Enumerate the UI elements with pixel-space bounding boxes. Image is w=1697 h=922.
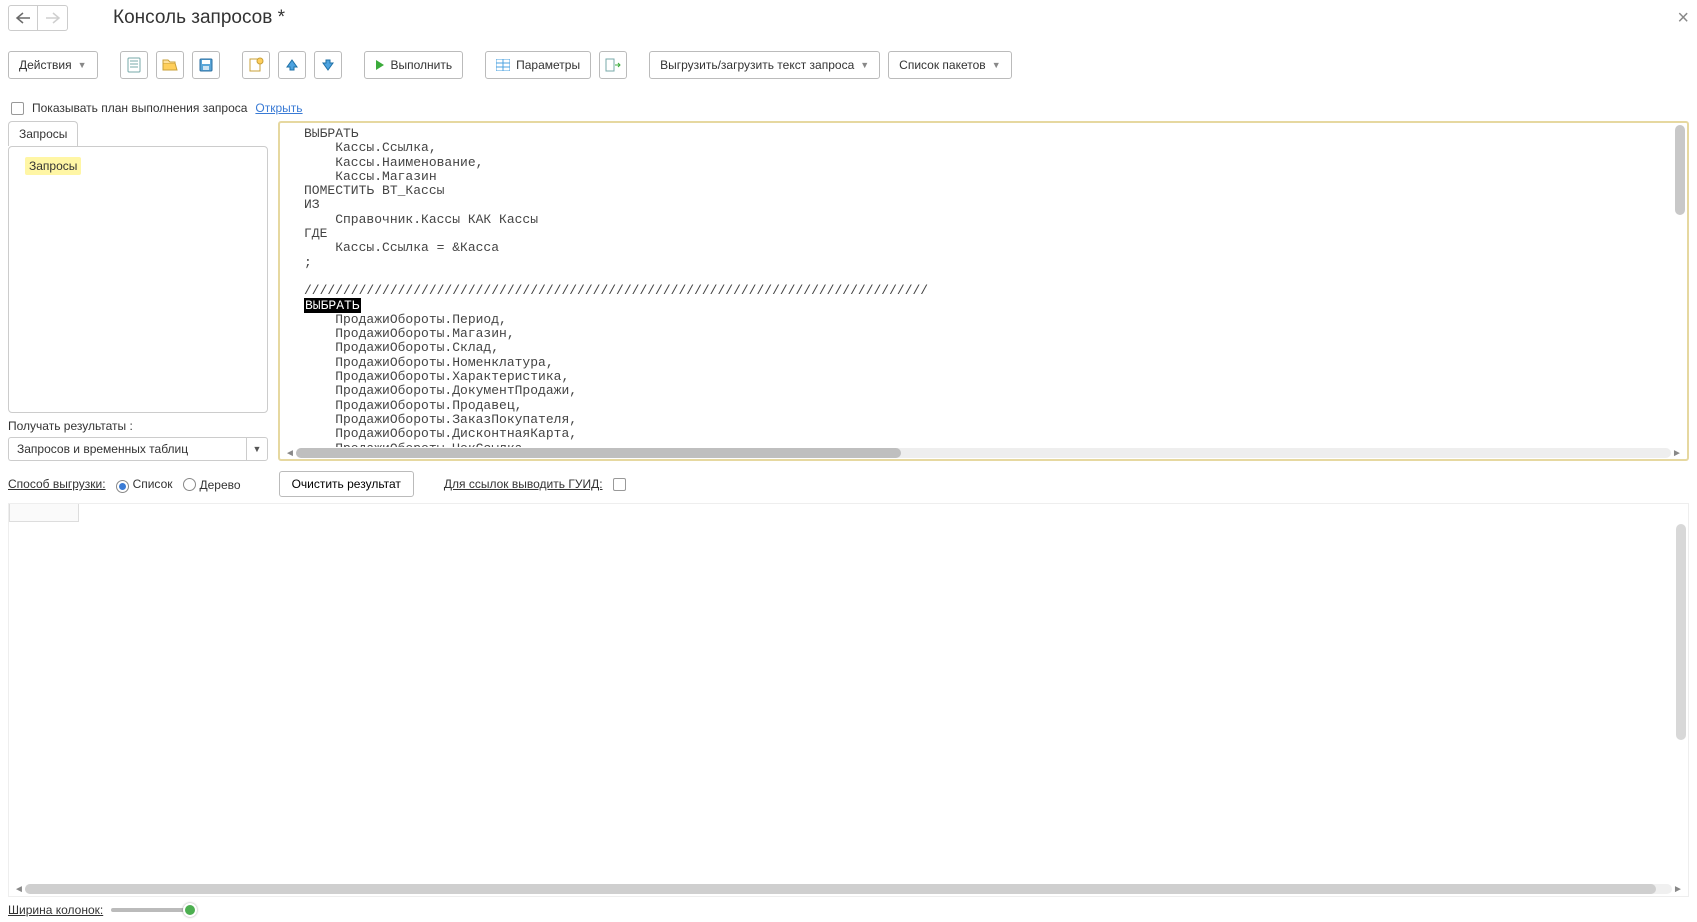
main-area: Запросы Запросы Получать результаты : За… [8,121,1689,461]
export-label: Выгрузить/загрузить текст запроса [660,58,854,72]
column-width-slider[interactable] [111,908,191,912]
actions-label: Действия [19,58,72,72]
result-area: ◄ ► [8,503,1689,897]
column-width-label: Ширина колонок: [8,903,103,917]
editor-vscrollbar[interactable] [1675,125,1685,215]
to-query-button[interactable] [599,51,627,79]
move-up-button[interactable] [278,51,306,79]
params-label: Параметры [516,58,580,72]
actions-button[interactable]: Действия ▼ [8,51,98,79]
query-tree[interactable]: Запросы [8,146,268,413]
wizard-icon [248,57,264,73]
output-mode-label: Способ выгрузки: [8,477,106,491]
play-icon [375,59,385,71]
guid-label: Для ссылок выводить ГУИД: [444,477,603,491]
editor-hscroll-thumb[interactable] [296,448,901,458]
chevron-down-icon: ▼ [78,60,87,70]
left-panel: Запросы Запросы Получать результаты : За… [8,121,268,461]
slider-thumb[interactable] [183,903,197,917]
show-plan-checkbox[interactable] [11,102,24,115]
result-hscrollbar[interactable] [25,884,1672,894]
open-button[interactable] [156,51,184,79]
move-down-button[interactable] [314,51,342,79]
close-icon[interactable]: × [1677,7,1689,30]
export-import-button[interactable]: Выгрузить/загрузить текст запроса ▼ [649,51,880,79]
query-editor-container: ВЫБРАТЬ Кассы.Ссылка, Кассы.Наименование… [278,121,1689,461]
execute-label: Выполнить [391,58,453,72]
results-label: Получать результаты : [8,419,268,433]
selected-text: ВЫБРАТЬ [304,298,361,313]
result-vscrollbar[interactable] [1676,524,1686,740]
footer-row: Ширина колонок: [8,903,1689,917]
plan-row: Показывать план выполнения запроса Откры… [8,101,1689,115]
constructor-button[interactable] [242,51,270,79]
nav-forward-button[interactable] [38,5,68,31]
clear-result-button[interactable]: Очистить результат [279,471,414,497]
chevron-down-icon: ▼ [992,60,1001,70]
tree-item-queries[interactable]: Запросы [25,157,81,175]
radio-tree[interactable]: Дерево [183,476,241,492]
show-plan-label: Показывать план выполнения запроса [32,101,247,115]
title-bar: Консоль запросов * × [8,5,1689,31]
result-hscroll-left-icon[interactable]: ◄ [13,884,25,895]
hscroll-left-icon[interactable]: ◄ [284,448,296,459]
arrow-down-icon [321,58,335,72]
params-button[interactable]: Параметры [485,51,591,79]
radio-list[interactable]: Список [116,477,173,491]
tab-queries[interactable]: Запросы [8,121,78,146]
floppy-icon [199,58,213,72]
result-tab[interactable] [9,504,79,522]
packets-button[interactable]: Список пакетов ▼ [888,51,1011,79]
nav-back-button[interactable] [8,5,38,31]
editor-hscrollbar[interactable] [296,448,1671,458]
folder-open-icon [162,58,178,72]
output-mode-row: Способ выгрузки: Список Дерево Очистить … [8,471,1689,497]
arrow-up-icon [285,58,299,72]
new-button[interactable] [120,51,148,79]
results-mode-toggle[interactable]: ▼ [246,437,268,461]
hscroll-right-icon[interactable]: ► [1671,448,1683,459]
document-arrow-icon [605,58,621,72]
open-plan-link[interactable]: Открыть [255,101,302,115]
execute-button[interactable]: Выполнить [364,51,464,79]
result-body[interactable] [9,522,1688,882]
document-icon [127,57,141,73]
query-editor[interactable]: ВЫБРАТЬ Кассы.Ссылка, Кассы.Наименование… [280,123,1687,447]
save-button[interactable] [192,51,220,79]
grid-icon [496,59,510,71]
result-hscroll-thumb[interactable] [25,884,1656,894]
page-title: Консоль запросов * [113,7,285,29]
toolbar: Действия ▼ Выполнить Параметры Выгрузить… [8,51,1689,79]
results-mode-input[interactable]: Запросов и временных таблиц [8,437,246,461]
guid-checkbox[interactable] [613,478,626,491]
packets-label: Список пакетов [899,58,986,72]
chevron-down-icon: ▼ [860,60,869,70]
result-hscroll-right-icon[interactable]: ► [1672,884,1684,895]
